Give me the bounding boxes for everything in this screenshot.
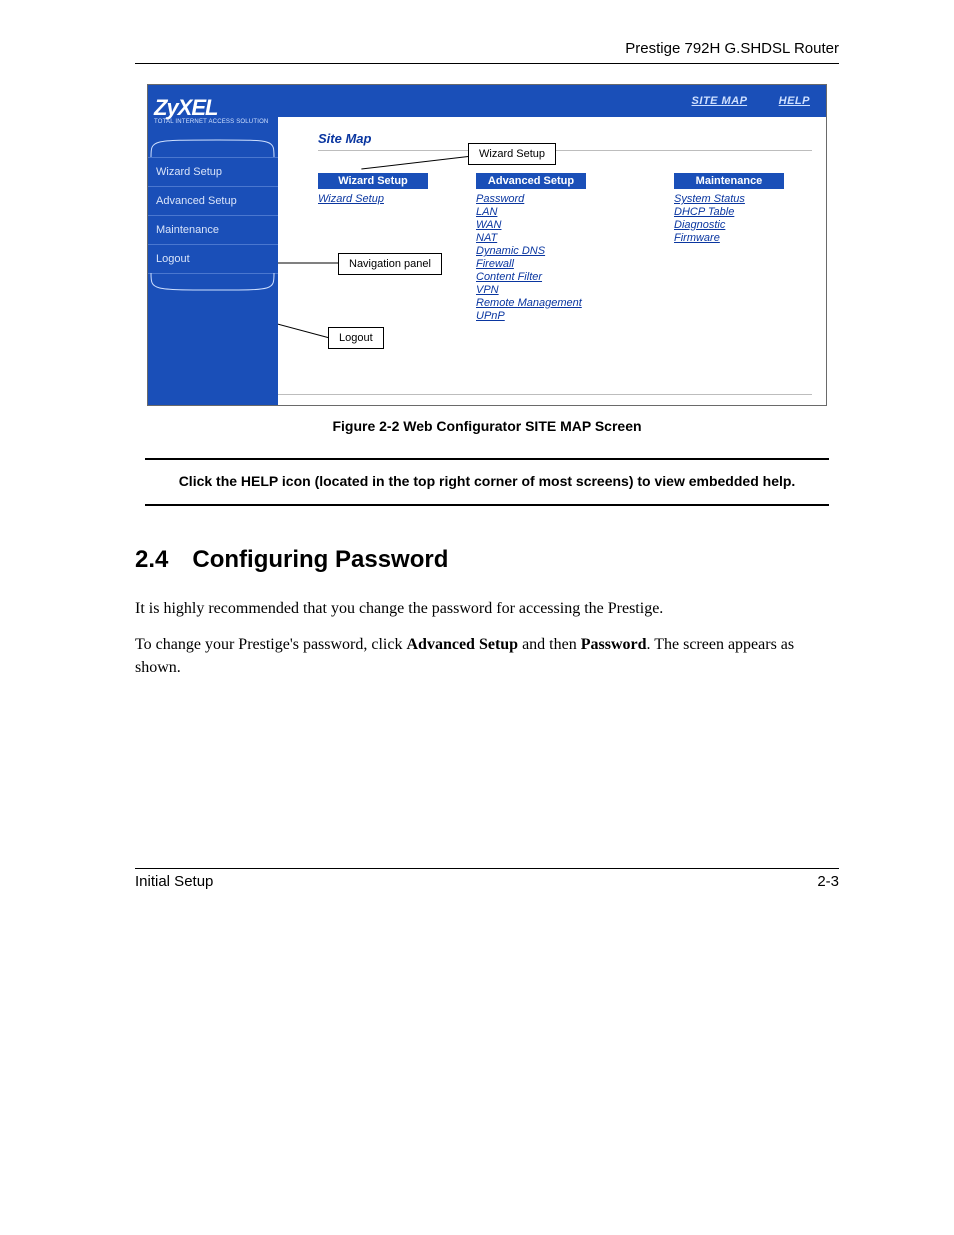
content-area: SITE MAP HELP Site Map Wizard Setup Wiza… <box>278 85 826 405</box>
col-wizard-title: Wizard Setup <box>318 173 428 189</box>
footer-section: Initial Setup <box>135 873 213 890</box>
col-wizard: Wizard Setup Wizard Setup <box>318 173 428 323</box>
navigation-panel: ZyXEL Total Internet Access Solution Wiz… <box>148 85 278 405</box>
link-system-status[interactable]: System Status <box>674 193 784 205</box>
nav-logout[interactable]: Logout <box>148 244 278 274</box>
link-firmware[interactable]: Firmware <box>674 232 784 244</box>
link-vpn[interactable]: VPN <box>476 284 586 296</box>
nav-wizard-setup[interactable]: Wizard Setup <box>148 157 278 186</box>
link-dynamic-dns[interactable]: Dynamic DNS <box>476 245 586 257</box>
callout-wizard-setup: Wizard Setup <box>468 143 556 165</box>
callout-logout: Logout <box>328 327 384 349</box>
link-nat[interactable]: NAT <box>476 232 586 244</box>
col-advanced: Advanced Setup Password LAN WAN NAT Dyna… <box>476 173 586 323</box>
link-help[interactable]: HELP <box>779 95 810 107</box>
content-footer-rule <box>278 394 812 395</box>
link-password[interactable]: Password <box>476 193 586 205</box>
section-heading: 2.4 Configuring Password <box>135 546 839 574</box>
router-ui-screenshot: Wizard Setup Navigation panel Logout ZyX… <box>147 84 827 406</box>
section-number: 2.4 <box>135 546 168 573</box>
top-links: SITE MAP HELP <box>278 85 826 117</box>
help-note: Click the HELP icon (located in the top … <box>145 458 829 506</box>
link-dhcp-table[interactable]: DHCP Table <box>674 206 784 218</box>
logo-tagline: Total Internet Access Solution <box>154 119 272 125</box>
brace-curve-top <box>148 135 278 157</box>
link-wan[interactable]: WAN <box>476 219 586 231</box>
link-wizard-setup[interactable]: Wizard Setup <box>318 193 428 205</box>
link-firewall[interactable]: Firewall <box>476 258 586 270</box>
content-heading: Site Map <box>318 131 812 151</box>
page-header: Prestige 792H G.SHDSL Router <box>135 40 839 64</box>
footer-page-number: 2-3 <box>817 873 839 890</box>
logo: ZyXEL Total Internet Access Solution <box>148 89 278 135</box>
para-1: It is highly recommended that you change… <box>135 598 839 620</box>
col-maintenance: Maintenance System Status DHCP Table Dia… <box>674 173 784 323</box>
para-2: To change your Prestige's password, clic… <box>135 634 839 679</box>
brace-curve-bottom <box>148 273 278 295</box>
link-content-filter[interactable]: Content Filter <box>476 271 586 283</box>
nav-advanced-setup[interactable]: Advanced Setup <box>148 186 278 215</box>
page-footer: Initial Setup 2-3 <box>135 868 839 890</box>
link-upnp[interactable]: UPnP <box>476 310 586 322</box>
link-remote-management[interactable]: Remote Management <box>476 297 586 309</box>
callout-navigation-panel: Navigation panel <box>338 253 442 275</box>
link-lan[interactable]: LAN <box>476 206 586 218</box>
logo-brand: ZyXEL <box>154 95 272 121</box>
col-maintenance-title: Maintenance <box>674 173 784 189</box>
link-diagnostic[interactable]: Diagnostic <box>674 219 784 231</box>
link-sitemap[interactable]: SITE MAP <box>692 95 748 107</box>
section-title-text: Configuring Password <box>192 546 448 573</box>
figure-sitemap: Wizard Setup Navigation panel Logout ZyX… <box>147 84 827 434</box>
product-name: Prestige 792H G.SHDSL Router <box>625 40 839 57</box>
nav-maintenance[interactable]: Maintenance <box>148 215 278 244</box>
col-advanced-title: Advanced Setup <box>476 173 586 189</box>
figure-caption: Figure 2-2 Web Configurator SITE MAP Scr… <box>147 418 827 434</box>
